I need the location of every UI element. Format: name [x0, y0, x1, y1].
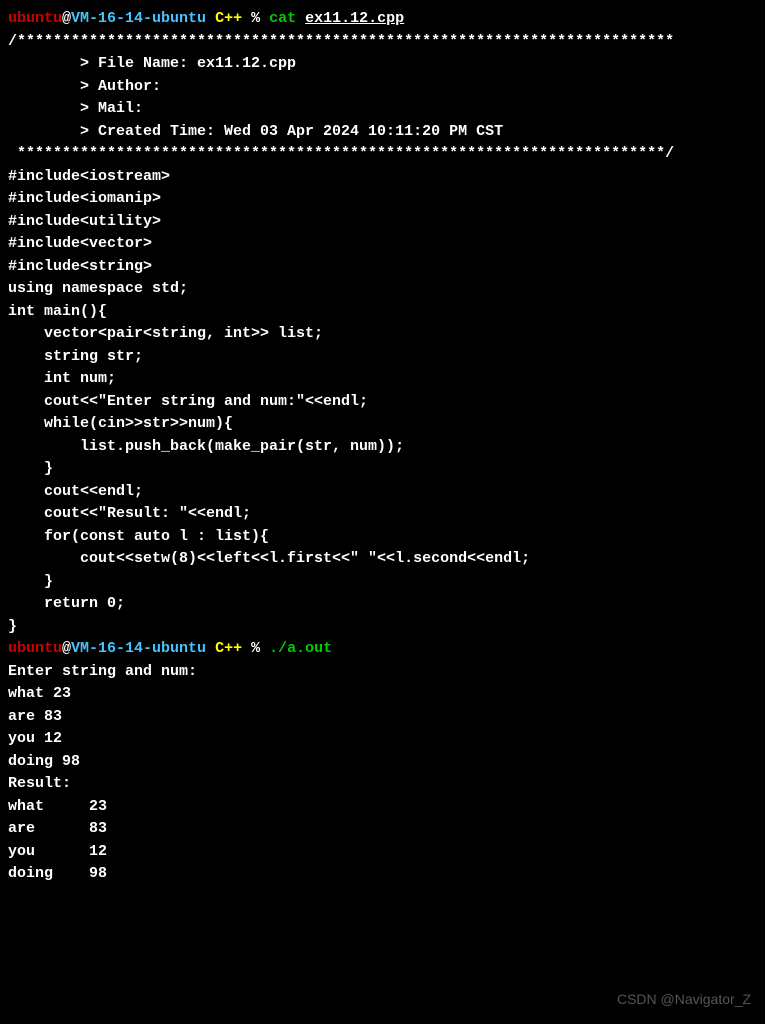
- code-line: for(const auto l : list){: [8, 526, 757, 549]
- code-line: return 0;: [8, 593, 757, 616]
- code-line: }: [8, 616, 757, 639]
- code-line: list.push_back(make_pair(str, num));: [8, 436, 757, 459]
- output-line: you 12: [8, 728, 757, 751]
- code-line: #include<iomanip>: [8, 188, 757, 211]
- code-line: #include<iostream>: [8, 166, 757, 189]
- output-line: doing 98: [8, 863, 757, 886]
- code-line: cout<<setw(8)<<left<<l.first<<" "<<l.sec…: [8, 548, 757, 571]
- prompt-dir: C++: [215, 640, 242, 657]
- prompt-pct: %: [251, 10, 260, 27]
- watermark: CSDN @Navigator_Z: [617, 989, 751, 1010]
- code-line: int main(){: [8, 301, 757, 324]
- prompt-user: ubuntu: [8, 10, 62, 27]
- cat-command: cat: [269, 10, 296, 27]
- code-line: cout<<endl;: [8, 481, 757, 504]
- output-line: are 83: [8, 706, 757, 729]
- code-line: }: [8, 458, 757, 481]
- code-line: > Created Time: Wed 03 Apr 2024 10:11:20…: [8, 121, 757, 144]
- output-line: what 23: [8, 683, 757, 706]
- prompt-host: VM-16-14-ubuntu: [71, 640, 206, 657]
- code-line: #include<string>: [8, 256, 757, 279]
- code-line: using namespace std;: [8, 278, 757, 301]
- prompt-line-2: ubuntu@VM-16-14-ubuntu C++ % ./a.out: [8, 638, 757, 661]
- code-line: #include<utility>: [8, 211, 757, 234]
- code-line: > Author:: [8, 76, 757, 99]
- prompt-user: ubuntu: [8, 640, 62, 657]
- code-line: while(cin>>str>>num){: [8, 413, 757, 436]
- prompt-at: @: [62, 640, 71, 657]
- run-command: ./a.out: [269, 640, 332, 657]
- prompt-host: VM-16-14-ubuntu: [71, 10, 206, 27]
- code-line: /***************************************…: [8, 31, 757, 54]
- output-line: Enter string and num:: [8, 661, 757, 684]
- code-line: cout<<"Result: "<<endl;: [8, 503, 757, 526]
- code-line: #include<vector>: [8, 233, 757, 256]
- prompt-dir: C++: [215, 10, 242, 27]
- output-line: doing 98: [8, 751, 757, 774]
- code-line: ****************************************…: [8, 143, 757, 166]
- code-line: > File Name: ex11.12.cpp: [8, 53, 757, 76]
- prompt-pct: %: [251, 640, 260, 657]
- terminal[interactable]: ubuntu@VM-16-14-ubuntu C++ % cat ex11.12…: [8, 8, 757, 886]
- code-line: vector<pair<string, int>> list;: [8, 323, 757, 346]
- prompt-line-1: ubuntu@VM-16-14-ubuntu C++ % cat ex11.12…: [8, 8, 757, 31]
- prompt-at: @: [62, 10, 71, 27]
- output-line: are 83: [8, 818, 757, 841]
- code-line: cout<<"Enter string and num:"<<endl;: [8, 391, 757, 414]
- output-line: Result:: [8, 773, 757, 796]
- cat-argument: ex11.12.cpp: [305, 10, 404, 27]
- code-line: int num;: [8, 368, 757, 391]
- code-line: }: [8, 571, 757, 594]
- code-line: string str;: [8, 346, 757, 369]
- output-line: you 12: [8, 841, 757, 864]
- output-line: what 23: [8, 796, 757, 819]
- code-line: > Mail:: [8, 98, 757, 121]
